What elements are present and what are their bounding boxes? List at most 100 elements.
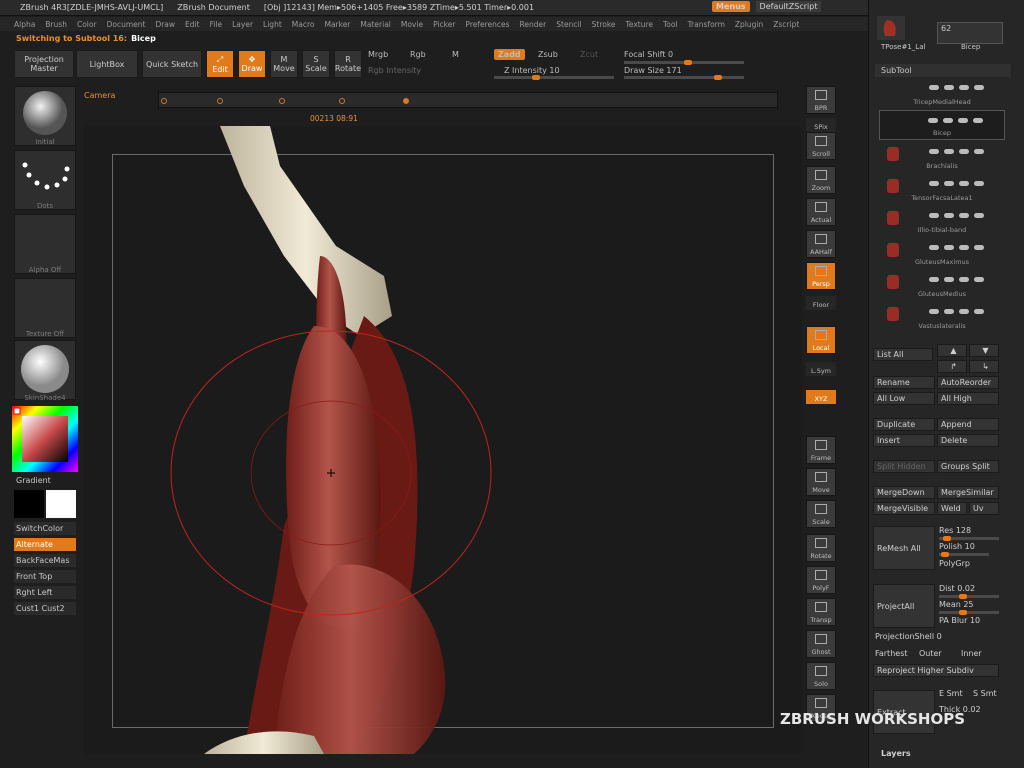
menu-macro[interactable]: Macro xyxy=(292,20,315,29)
draw-size-slider[interactable]: Draw Size 171 xyxy=(624,66,682,75)
polygrp-button[interactable]: PolyGrp xyxy=(939,559,970,568)
delete-button[interactable]: Delete xyxy=(937,434,999,447)
switchcolor-button[interactable]: SwitchColor xyxy=(14,522,76,535)
custom-view-buttons[interactable]: Cust1 Cust2 xyxy=(14,602,76,615)
shelf-zoom[interactable]: Zoom xyxy=(806,166,836,194)
dist-track[interactable] xyxy=(939,594,999,599)
subtool-item[interactable]: Illio-tibial-band xyxy=(879,206,1005,236)
visibility-toggle-icon[interactable] xyxy=(929,307,999,314)
menus-button[interactable]: Menus xyxy=(712,1,750,12)
menu-zplugin[interactable]: Zplugin xyxy=(735,20,763,29)
weld-button[interactable]: Weld xyxy=(937,502,967,515)
merge-visible-button[interactable]: MergeVisible xyxy=(873,502,935,515)
subtool-item[interactable]: Bicep xyxy=(879,110,1005,140)
auto-reorder-button[interactable]: AutoReorder xyxy=(937,376,999,389)
menu-zscript[interactable]: Zscript xyxy=(773,20,799,29)
shelf-persp[interactable]: Persp xyxy=(806,262,836,290)
subtool-item[interactable]: TricepMedialHead xyxy=(879,78,1005,108)
gradient-label[interactable]: Gradient xyxy=(14,474,51,487)
inner-button[interactable]: Inner xyxy=(961,649,982,658)
duplicate-button[interactable]: Duplicate xyxy=(873,418,935,431)
remesh-all-button[interactable]: ReMesh All xyxy=(873,526,935,570)
m-button[interactable]: M xyxy=(452,50,459,59)
e-smt-slider[interactable]: E Smt xyxy=(939,689,963,698)
visibility-toggle-icon[interactable] xyxy=(929,243,999,250)
subtool-item[interactable]: Vastuslateralis xyxy=(879,302,1005,332)
menu-document[interactable]: Document xyxy=(107,20,146,29)
timeline-key[interactable] xyxy=(339,98,345,104)
shelf-scroll[interactable]: Scroll xyxy=(806,132,836,160)
polish-handle[interactable] xyxy=(941,552,949,557)
visibility-toggle-icon[interactable] xyxy=(928,116,998,123)
menu-file[interactable]: File xyxy=(210,20,223,29)
draw-button[interactable]: ✥ Draw xyxy=(238,50,266,78)
rgb-button[interactable]: Rgb xyxy=(410,50,426,59)
menu-tool[interactable]: Tool xyxy=(663,20,678,29)
visibility-toggle-icon[interactable] xyxy=(929,275,999,282)
menu-stroke[interactable]: Stroke xyxy=(592,20,616,29)
menu-color[interactable]: Color xyxy=(77,20,97,29)
projection-shell-slider[interactable]: ProjectionShell 0 xyxy=(875,632,942,641)
shelf-ghost[interactable]: Ghost xyxy=(806,630,836,658)
shelf-aahalf[interactable]: AAHalf xyxy=(806,230,836,258)
draw-size-handle[interactable] xyxy=(714,75,722,80)
mean-handle[interactable] xyxy=(959,610,967,615)
menu-transform[interactable]: Transform xyxy=(688,20,725,29)
focal-shift-track[interactable] xyxy=(624,60,744,65)
timeline-key[interactable] xyxy=(217,98,223,104)
farthest-button[interactable]: Farthest xyxy=(875,649,908,658)
menu-layer[interactable]: Layer xyxy=(232,20,253,29)
menu-picker[interactable]: Picker xyxy=(433,20,455,29)
menu-alpha[interactable]: Alpha xyxy=(14,20,35,29)
edit-button[interactable]: ⤢ Edit xyxy=(206,50,234,78)
color-picker[interactable] xyxy=(12,406,78,472)
zcut-button[interactable]: Zcut xyxy=(580,50,598,59)
outer-button[interactable]: Outer xyxy=(919,649,942,658)
layers-header[interactable]: Layers xyxy=(881,749,911,758)
res-handle[interactable] xyxy=(943,536,951,541)
polish-track[interactable] xyxy=(939,552,989,557)
uv-button[interactable]: Uv xyxy=(969,502,999,515)
alpha-thumbnail[interactable] xyxy=(14,214,76,274)
move-down-arrow[interactable]: ▼ xyxy=(969,344,999,357)
shelf-transp[interactable]: Transp xyxy=(806,598,836,626)
shelf-polyf[interactable]: PolyF xyxy=(806,566,836,594)
pa-blur-slider[interactable]: PA Blur 10 xyxy=(939,616,980,625)
menu-stencil[interactable]: Stencil xyxy=(556,20,581,29)
main-color-swatch[interactable] xyxy=(46,490,76,518)
menu-light[interactable]: Light xyxy=(263,20,282,29)
menu-brush[interactable]: Brush xyxy=(45,20,67,29)
backface-mask-button[interactable]: BackFaceMas xyxy=(14,554,76,567)
res-slider[interactable]: Res 128 xyxy=(939,526,971,535)
shelf-scale[interactable]: Scale xyxy=(806,500,836,528)
shelf-local[interactable]: Local xyxy=(806,326,836,354)
texture-thumbnail[interactable] xyxy=(14,278,76,338)
rename-button[interactable]: Rename xyxy=(873,376,935,389)
right-left-buttons[interactable]: Rght Left xyxy=(14,586,76,599)
scale-button[interactable]: S Scale xyxy=(302,50,330,78)
timeline-key-active[interactable] xyxy=(403,98,409,104)
mean-track[interactable] xyxy=(939,610,999,615)
menu-marker[interactable]: Marker xyxy=(324,20,350,29)
merge-similar-button[interactable]: MergeSimilar xyxy=(937,486,999,499)
merge-down-button[interactable]: MergeDown xyxy=(873,486,935,499)
shelf-bpr[interactable]: BPR xyxy=(806,86,836,114)
shelf-solo[interactable]: Solo xyxy=(806,662,836,690)
brush-thumbnail[interactable] xyxy=(14,86,76,146)
menu-texture[interactable]: Texture xyxy=(626,20,653,29)
rotate-left-arrow[interactable]: ↱ xyxy=(937,360,967,373)
timeline-key[interactable] xyxy=(161,98,167,104)
append-button[interactable]: Append xyxy=(937,418,999,431)
timeline-key[interactable] xyxy=(279,98,285,104)
shelf-actual[interactable]: Actual xyxy=(806,198,836,226)
zsub-button[interactable]: Zsub xyxy=(538,50,558,59)
move-button[interactable]: M Move xyxy=(270,50,298,78)
list-all-button[interactable]: List All xyxy=(873,348,933,361)
move-up-arrow[interactable]: ▲ xyxy=(937,344,967,357)
visibility-toggle-icon[interactable] xyxy=(929,83,999,90)
shelf-spix[interactable]: SPix xyxy=(806,118,836,132)
front-top-buttons[interactable]: Front Top xyxy=(14,570,76,583)
all-low-button[interactable]: All Low xyxy=(873,392,935,405)
focal-shift-handle[interactable] xyxy=(684,60,692,65)
secondary-color-swatch[interactable] xyxy=(14,490,44,518)
